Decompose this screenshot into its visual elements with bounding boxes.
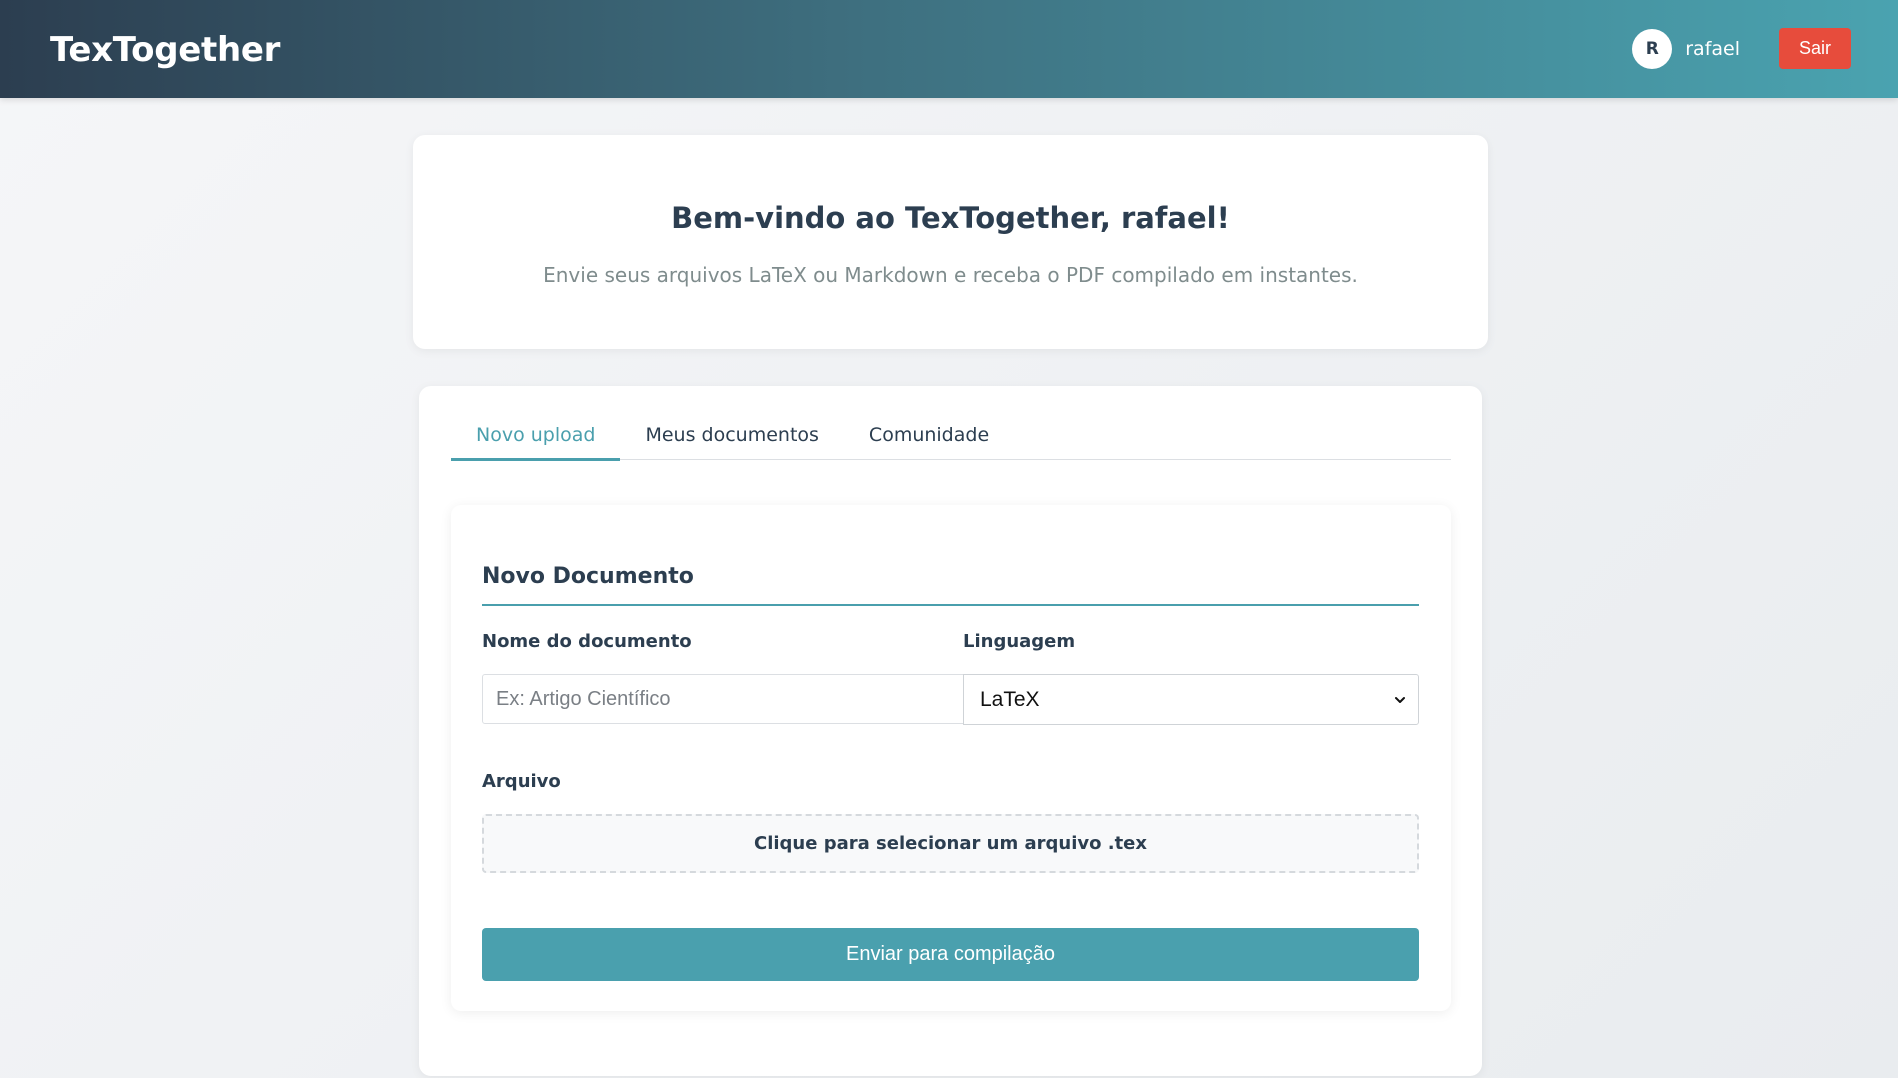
- top-navigation-bar: TexTogether R rafael Sair: [0, 0, 1898, 98]
- language-label: Linguagem: [963, 631, 1076, 652]
- logout-button[interactable]: Sair: [1779, 28, 1851, 69]
- username: rafael: [1685, 38, 1740, 60]
- tab-my-documents[interactable]: Meus documentos: [620, 422, 843, 460]
- language-selected-value: LaTeX: [980, 687, 1040, 711]
- tab-new-upload[interactable]: Novo upload: [451, 422, 621, 461]
- submit-compilation-button[interactable]: Enviar para compilação: [482, 928, 1419, 981]
- chevron-down-icon: [1395, 696, 1405, 703]
- welcome-subtitle: Envie seus arquivos LaTeX ou Markdown e …: [543, 263, 1358, 287]
- welcome-title: Bem-vindo ao TexTogether, rafael!: [671, 201, 1230, 235]
- documents-card: Novo upload Meus documentos Comunidade N…: [419, 386, 1482, 1076]
- welcome-card: Bem-vindo ao TexTogether, rafael! Envie …: [413, 135, 1488, 349]
- file-label: Arquivo: [482, 771, 561, 792]
- tab-community[interactable]: Comunidade: [844, 422, 1014, 460]
- user-profile: R rafael: [1632, 29, 1740, 69]
- app-brand: TexTogether: [50, 30, 281, 70]
- file-upload-dropzone[interactable]: Clique para selecionar um arquivo .tex: [482, 814, 1419, 873]
- document-tabs: Novo upload Meus documentos Comunidade: [451, 422, 1451, 461]
- new-document-form: Novo Documento Nome do documento Linguag…: [451, 505, 1451, 1011]
- dropzone-instruction: Clique para selecionar um arquivo .tex: [753, 833, 1147, 854]
- user-avatar: R: [1632, 29, 1673, 69]
- document-name-label: Nome do documento: [482, 631, 692, 652]
- document-name-input[interactable]: [482, 674, 964, 724]
- form-title: Novo Documento: [482, 564, 1419, 606]
- language-select[interactable]: LaTeX: [963, 674, 1419, 725]
